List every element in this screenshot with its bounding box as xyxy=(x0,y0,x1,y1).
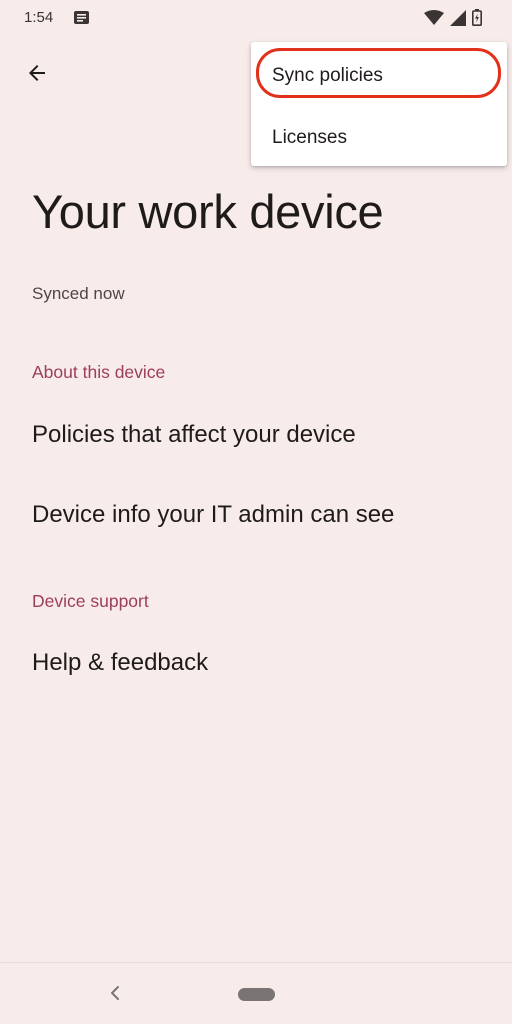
battery-charging-icon xyxy=(472,9,482,26)
list-item-device-info[interactable]: Device info your IT admin can see xyxy=(0,479,512,555)
status-time: 1:54 xyxy=(24,9,54,26)
status-bar: 1:54 xyxy=(0,0,512,36)
list-item-label: Device info your IT admin can see xyxy=(32,501,395,528)
menu-item-licenses[interactable]: Licenses xyxy=(251,106,507,166)
list-item-help-feedback[interactable]: Help & feedback xyxy=(0,627,512,703)
list-item-policies[interactable]: Policies that affect your device xyxy=(0,399,512,475)
section-header-support: Device support xyxy=(32,591,149,611)
status-icons xyxy=(424,9,482,26)
wifi-icon xyxy=(424,9,444,25)
list-item-label: Policies that affect your device xyxy=(32,421,356,448)
nav-home-pill[interactable] xyxy=(238,988,275,1001)
back-button[interactable] xyxy=(18,54,56,92)
menu-item-label: Sync policies xyxy=(272,65,383,86)
overflow-menu: Sync policies Licenses xyxy=(251,42,507,166)
notification-icon xyxy=(74,11,89,24)
page-title: Your work device xyxy=(32,185,384,238)
signal-icon xyxy=(450,9,466,26)
sync-status: Synced now xyxy=(32,284,125,303)
navigation-bar xyxy=(0,962,512,1024)
nav-back-icon[interactable] xyxy=(104,981,126,1005)
menu-item-label: Licenses xyxy=(272,127,347,148)
list-item-label: Help & feedback xyxy=(32,649,209,676)
section-header-about: About this device xyxy=(32,362,166,382)
menu-item-sync-policies[interactable]: Sync policies xyxy=(251,44,507,104)
arrow-back-icon xyxy=(29,65,45,81)
screen: 1:54 Your work device Synced now About t… xyxy=(0,0,512,1024)
